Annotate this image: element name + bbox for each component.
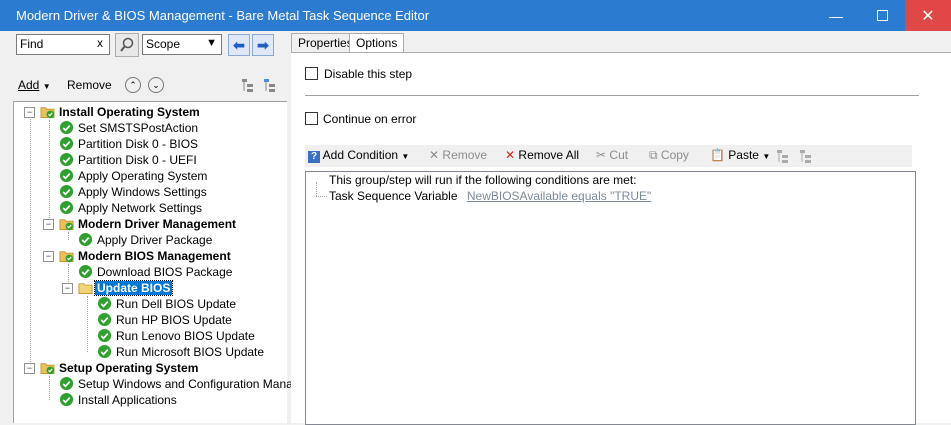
success-check-icon [97,344,112,359]
collapse-toggle[interactable]: − [43,219,54,230]
remove-all-button[interactable]: ✕ Remove All [505,148,579,162]
tree-line [49,376,50,400]
expand-conditions-icon[interactable] [775,148,791,164]
success-check-icon [97,328,112,343]
close-button[interactable]: ✕ [905,0,951,31]
search-button[interactable] [115,33,139,57]
scope-value: Scope [146,37,181,51]
dropdown-arrow-icon: ▼ [42,82,51,91]
add-menu[interactable]: Add ▼ [18,78,51,92]
title-bar: Modern Driver & BIOS Management - Bare M… [0,0,951,31]
options-panel: Disable this step Continue on error ? Ad… [291,52,951,425]
help-icon: ? [308,151,320,163]
success-check-icon [59,136,74,151]
cut-button[interactable]: ✂ Cut [596,148,628,162]
move-down-icon[interactable]: ⌄ [148,77,164,93]
disable-step-label: Disable this step [324,67,413,81]
success-check-icon [59,120,74,135]
close-icon: ✕ [921,7,935,25]
next-match-button[interactable]: ➡ [252,34,274,56]
success-check-icon [59,184,74,199]
tree-line [316,196,327,197]
tree-line [316,182,317,196]
success-check-icon [59,168,74,183]
copy-button[interactable]: ⧉ Copy [649,148,689,163]
folder-check-icon [40,107,55,119]
expand-tree-icon[interactable] [240,77,256,93]
success-check-icon [59,392,74,407]
clear-search-icon[interactable]: x [97,36,103,50]
tree-line [87,296,88,352]
arrow-right-icon: ➡ [257,36,269,53]
paste-button[interactable]: 📋 Paste ▼ [710,148,770,162]
copy-icon: ⧉ [649,148,658,162]
move-up-icon[interactable]: ⌃ [125,77,141,93]
maximize-icon [876,10,888,21]
success-check-icon [97,296,112,311]
minimize-button[interactable]: — [813,0,859,31]
clipboard-icon: 📋 [710,148,725,162]
condition-item[interactable]: Task Sequence Variable NewBIOSAvailable … [329,189,651,203]
separator [305,95,919,96]
chevron-down-icon: ▼ [206,37,217,49]
collapse-conditions-icon[interactable] [798,148,814,164]
dropdown-arrow-icon: ▼ [762,152,771,161]
folder-check-icon [59,219,74,231]
success-check-icon [97,312,112,327]
left-pane: Find x Scope ▼ ⬅ ➡ Add ▼ Remove ⌃ ⌄ − In… [0,31,310,423]
folder-check-icon [40,363,55,375]
find-input[interactable]: Find x [16,34,110,55]
tree-line [49,120,50,224]
search-icon [120,37,134,52]
remove-all-icon: ✕ [505,148,516,162]
condition-toolbar: ? Add Condition ▼ ✕ Remove ✕ Remove All … [305,145,912,167]
remove-button[interactable]: Remove [67,78,112,92]
success-check-icon [78,264,93,279]
collapse-toggle[interactable]: − [62,283,73,294]
find-input-value: Find [20,37,44,51]
left-toolbar: Add ▼ Remove ⌃ ⌄ [18,76,280,96]
folder-icon [78,283,93,294]
conditions-header: This group/step will run if the followin… [329,173,637,187]
previous-match-button[interactable]: ⬅ [228,34,250,56]
task-sequence-tree[interactable]: − Install Operating System Set SMSTSPost… [13,101,310,423]
folder-check-icon [59,251,74,263]
continue-on-error-checkbox[interactable] [305,112,318,125]
success-check-icon [59,376,74,391]
window-title: Modern Driver & BIOS Management - Bare M… [16,8,430,23]
minimize-icon: — [829,7,843,24]
tree-line [30,112,31,368]
remove-icon: ✕ [429,148,440,162]
maximize-button[interactable] [859,0,905,31]
collapse-tree-icon[interactable] [262,77,278,93]
add-condition-button[interactable]: ? Add Condition ▼ [308,148,409,163]
scissors-icon: ✂ [596,148,607,162]
remove-condition-button[interactable]: ✕ Remove [429,148,487,162]
disable-step-checkbox[interactable] [305,67,318,80]
success-check-icon [59,152,74,167]
tree-line [68,232,69,240]
dropdown-arrow-icon: ▼ [401,152,410,161]
success-check-icon [78,232,93,247]
arrow-left-icon: ⬅ [233,36,245,53]
collapse-toggle[interactable]: − [24,363,35,374]
success-check-icon [59,200,74,215]
condition-expression-link[interactable]: NewBIOSAvailable equals "TRUE" [467,189,651,203]
conditions-tree[interactable]: This group/step will run if the followin… [305,171,916,425]
continue-on-error-label: Continue on error [323,112,417,126]
collapse-toggle[interactable]: − [24,107,35,118]
scope-dropdown[interactable]: Scope ▼ [142,34,222,55]
collapse-toggle[interactable]: − [43,251,54,262]
condition-type: Task Sequence Variable [329,189,458,203]
